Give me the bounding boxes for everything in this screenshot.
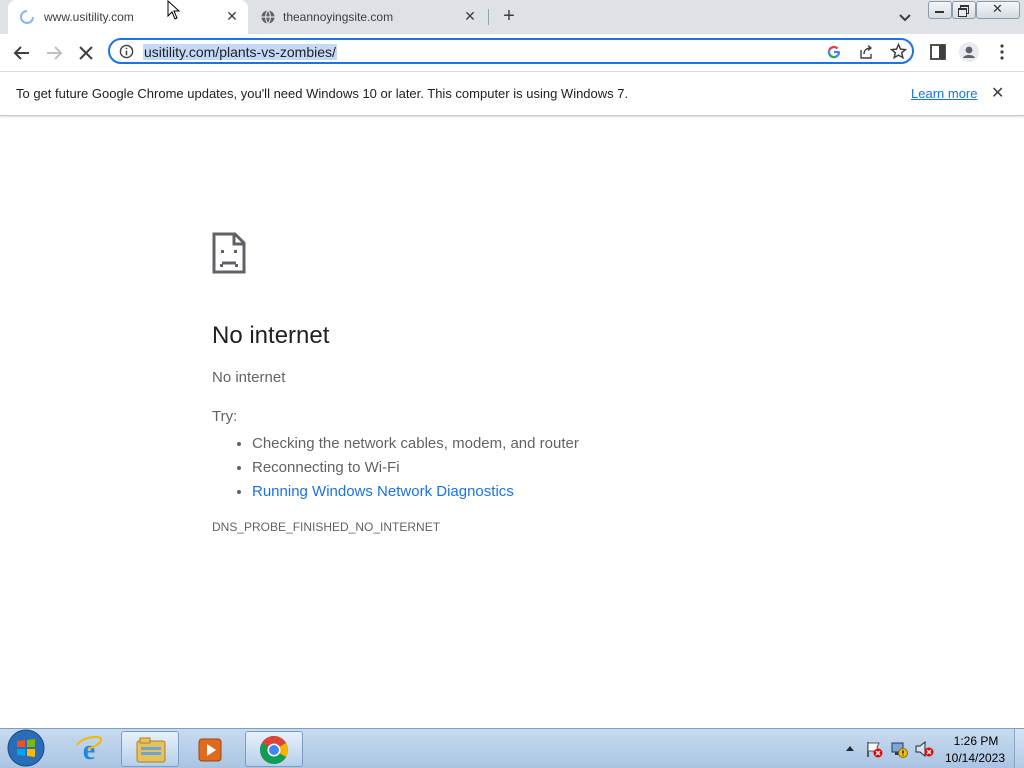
- tab-title: theannoyingsite.com: [283, 10, 394, 24]
- close-tab-icon[interactable]: ✕: [462, 8, 478, 24]
- mouse-cursor-icon: [167, 0, 181, 20]
- sad-document-icon: [212, 232, 246, 274]
- stop-loading-icon[interactable]: [75, 42, 97, 64]
- file-explorer-icon: [136, 737, 166, 763]
- loading-spinner-icon: [20, 10, 34, 24]
- show-desktop-button[interactable]: [1014, 729, 1024, 768]
- volume-muted-icon[interactable]: [914, 740, 934, 758]
- internet-explorer-icon: e: [76, 735, 103, 763]
- restore-button[interactable]: [952, 1, 976, 19]
- suggestion-list: Checking the network cables, modem, and …: [212, 432, 579, 504]
- update-infobar: To get future Google Chrome updates, you…: [0, 72, 1024, 116]
- error-code: DNS_PROBE_FINISHED_NO_INTERNET: [212, 520, 441, 534]
- share-icon[interactable]: [858, 44, 874, 60]
- profile-avatar-icon[interactable]: [959, 42, 979, 62]
- try-label: Try:: [212, 408, 238, 425]
- clock-date[interactable]: 10/14/2023: [940, 751, 1010, 765]
- learn-more-link[interactable]: Learn more: [911, 86, 977, 101]
- tab-usitility[interactable]: www.usitility.com ✕: [8, 0, 248, 34]
- back-arrow-icon[interactable]: [11, 42, 33, 64]
- tab-separator: [488, 9, 489, 25]
- globe-icon: [261, 10, 275, 24]
- show-hidden-icons-icon[interactable]: [845, 744, 855, 752]
- url-text[interactable]: usitility.com/plants-vs-zombies/: [143, 44, 337, 60]
- tab-search-icon[interactable]: [896, 8, 914, 26]
- network-diagnostics-link-item: Running Windows Network Diagnostics: [252, 480, 579, 504]
- action-center-flag-icon[interactable]: [865, 740, 883, 758]
- start-button[interactable]: [4, 729, 48, 768]
- infobar-message: To get future Google Chrome updates, you…: [16, 86, 629, 101]
- close-tab-icon[interactable]: ✕: [224, 8, 240, 24]
- chrome-icon: [260, 736, 288, 764]
- clock-time[interactable]: 1:26 PM: [948, 734, 1004, 748]
- minimize-icon: [935, 11, 944, 13]
- network-icon[interactable]: [890, 740, 908, 758]
- internet-explorer-taskbar-button[interactable]: e: [61, 731, 119, 767]
- close-window-button[interactable]: ✕: [976, 1, 1020, 19]
- minimize-button[interactable]: [928, 1, 952, 19]
- forward-arrow-icon[interactable]: [43, 42, 65, 64]
- side-panel-icon[interactable]: [929, 43, 947, 61]
- bookmark-star-icon[interactable]: [890, 43, 907, 60]
- new-tab-button[interactable]: +: [498, 6, 520, 28]
- close-window-icon: ✕: [992, 1, 1003, 16]
- media-player-taskbar-button[interactable]: [181, 731, 239, 767]
- tab-title: www.usitility.com: [44, 10, 134, 24]
- error-heading: No internet: [212, 322, 330, 349]
- error-subtext: No internet: [212, 369, 286, 386]
- close-infobar-icon[interactable]: ✕: [991, 86, 1004, 102]
- network-diagnostics-link[interactable]: Running Windows Network Diagnostics: [252, 483, 514, 500]
- more-menu-icon[interactable]: [994, 43, 1010, 61]
- address-bar[interactable]: usitility.com/plants-vs-zombies/: [108, 38, 914, 64]
- tab-theannoyingsite[interactable]: theannoyingsite.com ✕: [250, 0, 490, 34]
- chrome-taskbar-button[interactable]: [245, 731, 303, 767]
- media-player-icon: [198, 738, 222, 762]
- file-explorer-taskbar-button[interactable]: [121, 731, 179, 767]
- tab-strip: www.usitility.com ✕ theannoyingsite.com …: [0, 0, 1024, 34]
- list-item: Reconnecting to Wi-Fi: [252, 456, 579, 480]
- list-item: Checking the network cables, modem, and …: [252, 432, 579, 456]
- site-info-icon[interactable]: [119, 44, 134, 59]
- google-lens-icon[interactable]: [826, 44, 842, 60]
